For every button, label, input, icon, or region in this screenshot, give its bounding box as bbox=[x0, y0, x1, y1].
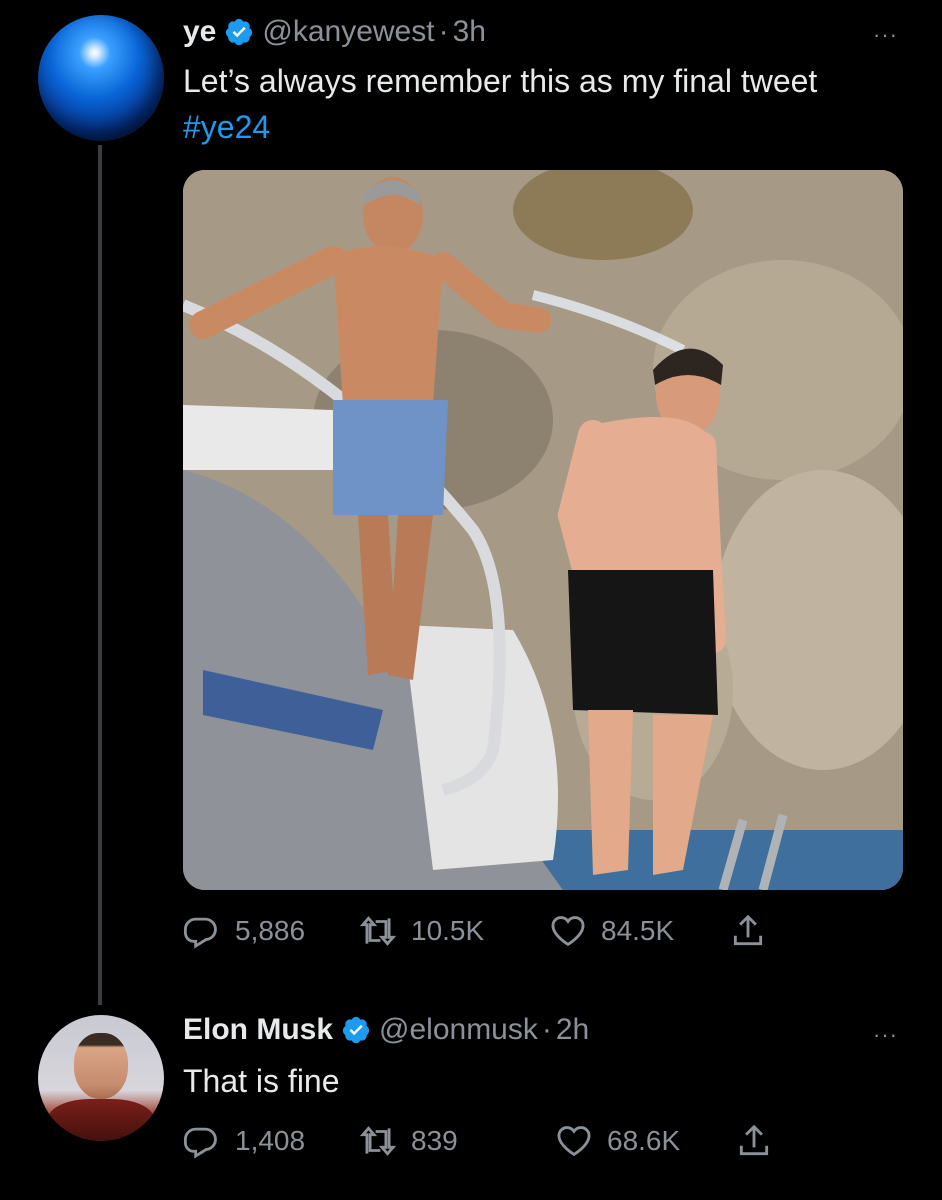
reply-button[interactable]: 5,886 bbox=[183, 912, 359, 950]
like-button[interactable]: 84.5K bbox=[549, 912, 729, 950]
handle[interactable]: @elonmusk bbox=[379, 1012, 538, 1048]
separator-dot: · bbox=[541, 1013, 552, 1046]
more-options-icon[interactable]: ··· bbox=[873, 22, 898, 48]
timestamp[interactable]: 2h bbox=[556, 1012, 589, 1048]
hashtag-link[interactable]: #ye24 bbox=[183, 109, 270, 145]
avatar-suit bbox=[48, 1099, 154, 1141]
tweet-header: ye @kanyewest · 3h bbox=[183, 14, 486, 50]
retweet-icon bbox=[359, 1126, 397, 1156]
share-button[interactable] bbox=[729, 912, 767, 950]
heart-icon bbox=[551, 916, 585, 947]
tweet-header: Elon Musk @elonmusk · 2h bbox=[183, 1012, 589, 1048]
reply-count: 5,886 bbox=[235, 915, 306, 946]
share-icon bbox=[739, 1124, 769, 1156]
reply-button[interactable]: 1,408 bbox=[183, 1122, 359, 1160]
tweet-kanyewest[interactable]: ye @kanyewest · 3h ··· Let’s always reme… bbox=[0, 0, 942, 1000]
photo-illustration bbox=[183, 170, 903, 890]
tweet-actions: 5,886 10.5K 84.5K bbox=[183, 912, 767, 950]
retweet-count: 839 bbox=[411, 1125, 458, 1156]
retweet-button[interactable]: 839 bbox=[359, 1122, 555, 1160]
retweet-button[interactable]: 10.5K bbox=[359, 912, 549, 950]
like-count: 84.5K bbox=[601, 915, 675, 946]
avatar-ye[interactable] bbox=[38, 15, 164, 141]
timestamp[interactable]: 3h bbox=[453, 14, 486, 50]
avatar-elon-musk[interactable] bbox=[38, 1015, 164, 1141]
display-name[interactable]: Elon Musk bbox=[183, 1012, 333, 1048]
tweet-text: Let’s always remember this as my final t… bbox=[183, 58, 883, 150]
separator-dot: · bbox=[438, 15, 449, 48]
share-icon bbox=[733, 914, 763, 946]
reply-icon bbox=[183, 1127, 217, 1159]
reply-count: 1,408 bbox=[235, 1125, 306, 1156]
handle[interactable]: @kanyewest bbox=[262, 14, 434, 50]
retweet-count: 10.5K bbox=[411, 915, 485, 946]
tweet-text: That is fine bbox=[183, 1063, 340, 1099]
tweet-body: Let’s always remember this as my final t… bbox=[183, 63, 818, 99]
display-name[interactable]: ye bbox=[183, 14, 216, 50]
reply-icon bbox=[183, 917, 217, 949]
like-button[interactable]: 68.6K bbox=[555, 1122, 735, 1160]
retweet-icon bbox=[359, 916, 397, 946]
heart-icon bbox=[557, 1126, 591, 1157]
more-options-icon[interactable]: ··· bbox=[873, 1022, 898, 1048]
verified-badge-icon bbox=[342, 1016, 370, 1044]
tweet-elonmusk[interactable]: Elon Musk @elonmusk · 2h ··· That is fin… bbox=[0, 1000, 942, 1200]
tweet-photo[interactable] bbox=[183, 170, 903, 890]
share-button[interactable] bbox=[735, 1122, 773, 1160]
like-count: 68.6K bbox=[607, 1125, 681, 1156]
verified-badge-icon bbox=[226, 18, 253, 46]
tweet-actions: 1,408 839 68.6K bbox=[183, 1122, 773, 1160]
avatar-face bbox=[74, 1033, 128, 1099]
